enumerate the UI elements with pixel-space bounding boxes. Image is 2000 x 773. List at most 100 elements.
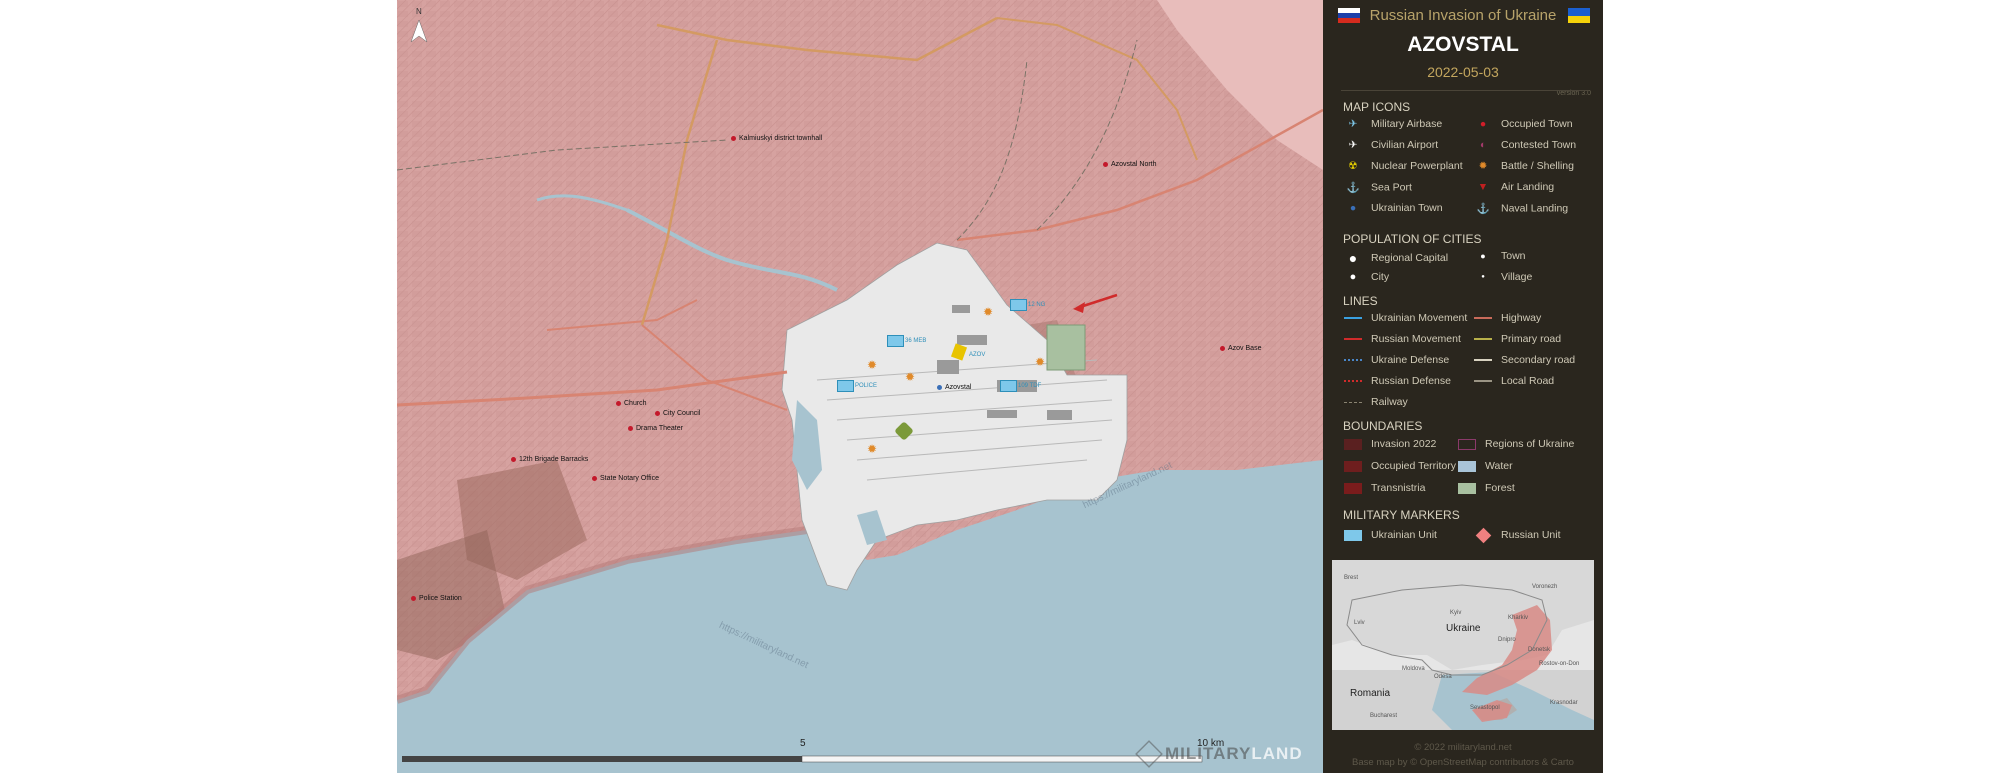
fire-icon[interactable]: ✹: [1035, 355, 1045, 369]
railway-line: [1344, 401, 1362, 403]
place-azovstal-north[interactable]: Azovstal North: [1103, 161, 1157, 168]
russian-defense-line: [1344, 380, 1362, 383]
section-population: POPULATION OF CITIES: [1343, 232, 1482, 246]
brand-logo: MILITARYLAND: [1165, 744, 1303, 763]
overview-inset-map[interactable]: Ukraine Romania Moldova Kyiv Kharkiv Dni…: [1332, 560, 1594, 730]
occupied-swatch: [1344, 460, 1362, 472]
unit-label-azov: AZOV: [969, 352, 986, 358]
occupied-town-icon: [1103, 161, 1108, 167]
legend-item-occupied-territory: Occupied Territory: [1343, 460, 1456, 472]
section-lines: LINES: [1343, 294, 1378, 308]
fire-icon[interactable]: ✹: [905, 370, 915, 384]
legend-item-naval-landing: ⚓ Naval Landing: [1473, 202, 1568, 215]
legend-item-ukrainian-town: ● Ukrainian Town: [1343, 202, 1443, 214]
city-icon: ●: [1349, 271, 1357, 284]
legend-item-village: ● Village: [1473, 271, 1532, 283]
legend-item-secondary-road: Secondary road: [1473, 354, 1575, 366]
legend-item-railway: Railway: [1343, 396, 1408, 408]
place-church[interactable]: Church: [616, 400, 647, 407]
ukrainian-unit-marker[interactable]: [1010, 299, 1027, 311]
place-azovstal[interactable]: Azovstal: [937, 384, 971, 391]
ukraine-defense-line: [1344, 359, 1362, 362]
ukrainian-unit-icon: [1344, 529, 1362, 541]
occupied-town-icon: ●: [1479, 118, 1487, 131]
anchor-icon: ⚓: [1346, 182, 1360, 194]
inset-label-sevastopol: Sevastopol: [1470, 705, 1500, 711]
place-notary-office[interactable]: State Notary Office: [592, 475, 659, 482]
unit-label-tdf: 109 TDF: [1018, 383, 1042, 389]
occupied-town-icon: [411, 595, 416, 601]
legend-item-water: Water: [1457, 460, 1513, 472]
unit-label-mech: 36 MEB: [905, 338, 927, 344]
legend-item-battle: ✹ Battle / Shelling: [1473, 160, 1574, 172]
occupied-town-icon: [628, 425, 633, 431]
north-label: N: [416, 7, 422, 16]
legend-item-ukraine-defense: Ukraine Defense: [1343, 354, 1449, 366]
transnistria-swatch: [1344, 482, 1362, 494]
occupied-town-icon: [511, 456, 516, 462]
place-brigade-barracks[interactable]: 12th Brigade Barracks: [511, 456, 588, 463]
panel-subtitle: AZOVSTAL: [1407, 33, 1519, 56]
fire-icon[interactable]: ✹: [867, 358, 877, 372]
occupied-town-icon: [616, 400, 621, 406]
primary-road-line: [1474, 338, 1492, 341]
legend-item-military-airbase: ✈ Military Airbase: [1343, 118, 1443, 130]
panel-title: Russian Invasion of Ukraine: [1369, 7, 1557, 24]
legend-panel: Russian Invasion of Ukraine AZOVSTAL 202…: [1323, 0, 1603, 773]
occupied-town-icon: [1220, 345, 1225, 351]
ukrainian-unit-marker[interactable]: [837, 380, 854, 392]
fire-icon: ✹: [1478, 160, 1488, 173]
place-police-station[interactable]: Police Station: [411, 595, 462, 602]
copyright-text: © 2022 militaryland.net: [1414, 742, 1512, 753]
legend-item-russian-movement: Russian Movement: [1343, 333, 1461, 345]
inset-label-voronezh: Voronezh: [1532, 584, 1558, 590]
legend-item-local-road: Local Road: [1473, 375, 1554, 387]
section-markers: MILITARY MARKERS: [1343, 508, 1460, 522]
legend-item-town: ● Town: [1473, 250, 1525, 262]
ukrainian-town-icon: [937, 384, 942, 390]
inset-label-odesa: Odesa: [1434, 674, 1452, 680]
legend-item-regions: Regions of Ukraine: [1457, 438, 1574, 450]
panel-date: 2022-05-03: [1427, 64, 1499, 80]
contested-town-icon: ◐: [1479, 139, 1487, 152]
section-boundaries: BOUNDARIES: [1343, 419, 1423, 433]
legend-item-highway: Highway: [1473, 312, 1541, 324]
ukrainian-unit-marker[interactable]: [1000, 380, 1017, 392]
fire-icon[interactable]: ✹: [867, 442, 877, 456]
regional-capital-icon: ●: [1348, 250, 1358, 266]
legend-item-contested-town: ◐ Contested Town: [1473, 139, 1576, 151]
place-drama-theater[interactable]: Drama Theater: [628, 425, 683, 432]
inset-label-brest: Brest: [1344, 575, 1359, 581]
inset-label-rostov: Rostov-on-Don: [1539, 661, 1580, 667]
regions-swatch: [1458, 438, 1476, 450]
secondary-road-line: [1474, 359, 1492, 362]
unit-label-ng: 12 NG: [1028, 302, 1046, 308]
legend-item-sea-port: ⚓ Sea Port: [1343, 181, 1411, 194]
legend-item-regional-capital: ● Regional Capital: [1343, 250, 1448, 266]
inset-label-dnipro: Dnipro: [1498, 637, 1516, 643]
legend-item-nuclear: ☢ Nuclear Powerplant: [1343, 160, 1462, 173]
parachute-icon: ▼: [1477, 181, 1489, 194]
inset-label-moldova: Moldova: [1402, 666, 1425, 672]
water-swatch: [1458, 460, 1476, 472]
occupied-town-icon: [592, 475, 597, 481]
civilian-airport-icon: ✈: [1348, 139, 1358, 152]
place-city-council[interactable]: City Council: [655, 410, 700, 417]
legend-item-forest: Forest: [1457, 482, 1515, 494]
inset-label-lviv: Lviv: [1354, 620, 1365, 626]
place-kalmiuskyi[interactable]: Kalmiuskyi district townhall: [731, 135, 822, 142]
ukrainian-town-icon: ●: [1349, 202, 1357, 215]
place-azov-base[interactable]: Azov Base: [1220, 345, 1261, 352]
legend-item-occupied-town: ● Occupied Town: [1473, 118, 1573, 130]
legend-item-transnistria: Transnistria: [1343, 482, 1425, 494]
basemap-credit: Base map by © OpenStreetMap contributors…: [1352, 757, 1574, 768]
inset-label-donetsk: Donetsk: [1528, 647, 1551, 653]
fire-icon[interactable]: ✹: [983, 305, 993, 319]
legend-item-russian-defense: Russian Defense: [1343, 375, 1451, 387]
nuclear-icon: ☢: [1348, 160, 1358, 173]
legend-item-civilian-airport: ✈ Civilian Airport: [1343, 139, 1439, 152]
section-map-icons: MAP ICONS: [1343, 100, 1411, 114]
ukrainian-movement-line: [1344, 317, 1362, 320]
ukrainian-unit-marker[interactable]: [887, 335, 904, 347]
map-view[interactable]: N Kalmiuskyi district townhall Azovstal …: [397, 0, 1323, 773]
